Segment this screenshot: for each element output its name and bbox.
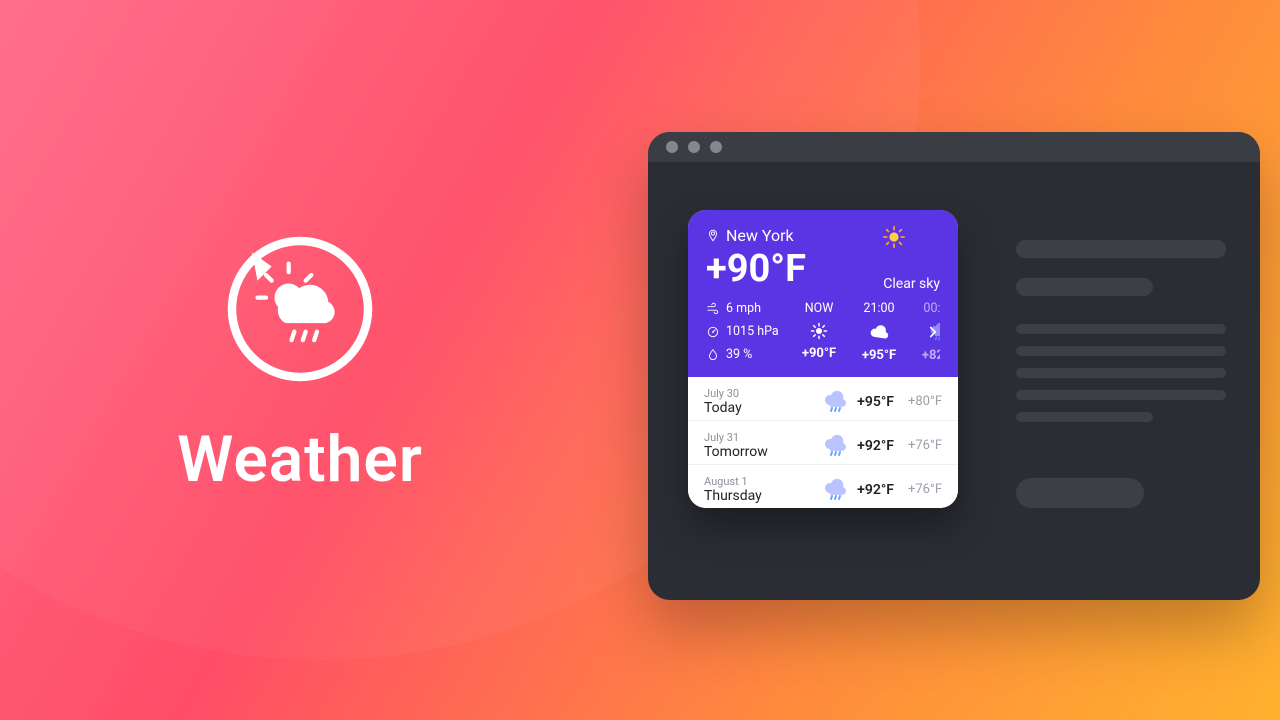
skeleton-line (1016, 346, 1226, 356)
skeleton-button (1016, 478, 1144, 508)
promo-stage: Weather (0, 0, 1280, 720)
weather-logo-icon (215, 224, 385, 394)
hero-section: Weather (0, 0, 600, 720)
wind-value: 6 mph (726, 301, 761, 316)
daily-low: +80°F (908, 394, 942, 409)
weather-card[interactable]: New York +90°F Clear sky 6 mph 1015 hPa … (688, 210, 958, 508)
skeleton-line (1016, 278, 1153, 296)
browser-window: New York +90°F Clear sky 6 mph 1015 hPa … (648, 132, 1260, 600)
daily-date: August 1 (704, 475, 762, 488)
hourly-scroll-right-button[interactable] (924, 323, 940, 341)
condition-text: Clear sky (883, 276, 940, 292)
cloud-icon (869, 322, 889, 342)
hourly-temp: +82°F (922, 348, 940, 363)
daily-day: Tomorrow (704, 444, 768, 460)
hero-title: Weather (177, 422, 423, 497)
skeleton-line (1016, 390, 1226, 400)
daily-high: +92°F (857, 482, 894, 498)
window-titlebar (648, 132, 1260, 162)
hourly-temp: +95°F (862, 348, 896, 363)
location-pin-icon (706, 229, 720, 243)
daily-date: July 30 (704, 387, 742, 400)
daily-day: Thursday (704, 488, 762, 504)
metrics-block: 6 mph 1015 hPa 39 % (706, 301, 784, 362)
hourly-temp: +90°F (802, 346, 836, 361)
skeleton-paragraph (1016, 324, 1226, 434)
skeleton-line (1016, 368, 1226, 378)
pressure-value: 1015 hPa (726, 324, 779, 339)
hourly-time: NOW (805, 301, 834, 316)
skeleton-line (1016, 412, 1153, 422)
weather-card-header: New York +90°F Clear sky 6 mph 1015 hPa … (688, 210, 958, 377)
hourly-time: 00:00 (923, 301, 940, 316)
humidity-value: 39 % (726, 347, 752, 362)
traffic-light-close-icon[interactable] (666, 141, 678, 153)
daily-date: July 31 (704, 431, 768, 444)
pressure-icon (706, 325, 720, 339)
condition-sun-icon (883, 226, 940, 248)
window-content: New York +90°F Clear sky 6 mph 1015 hPa … (648, 162, 1260, 600)
daily-row[interactable]: July 31 Tomorrow +92°F +76°F (688, 420, 958, 464)
daily-row[interactable]: July 30 Today +95°F +80°F (688, 377, 958, 420)
cloud-rain-icon (823, 390, 849, 414)
cloud-rain-icon (823, 478, 849, 502)
location-name: New York (726, 226, 794, 245)
skeleton-line (1016, 324, 1226, 334)
traffic-light-minimize-icon[interactable] (688, 141, 700, 153)
daily-high: +92°F (857, 438, 894, 454)
wind-icon (706, 302, 720, 316)
sun-icon (810, 322, 828, 340)
daily-high: +95°F (857, 394, 894, 410)
daily-low: +76°F (908, 438, 942, 453)
hourly-time: 21:00 (863, 301, 894, 316)
traffic-light-zoom-icon[interactable] (710, 141, 722, 153)
daily-forecast: July 30 Today +95°F +80°F July 31 Tomorr… (688, 377, 958, 508)
hourly-forecast[interactable]: NOW +90°F 21:00 +95°F 00:00 (794, 301, 940, 363)
hourly-item[interactable]: NOW +90°F (794, 301, 844, 363)
hourly-item[interactable]: 21:00 +95°F (854, 301, 904, 363)
humidity-icon (706, 348, 720, 362)
skeleton-line (1016, 240, 1226, 258)
skeleton-content (1016, 240, 1226, 508)
daily-low: +76°F (908, 482, 942, 497)
daily-day: Today (704, 400, 742, 416)
cloud-rain-icon (823, 434, 849, 458)
daily-row[interactable]: August 1 Thursday +92°F +76°F (688, 464, 958, 508)
